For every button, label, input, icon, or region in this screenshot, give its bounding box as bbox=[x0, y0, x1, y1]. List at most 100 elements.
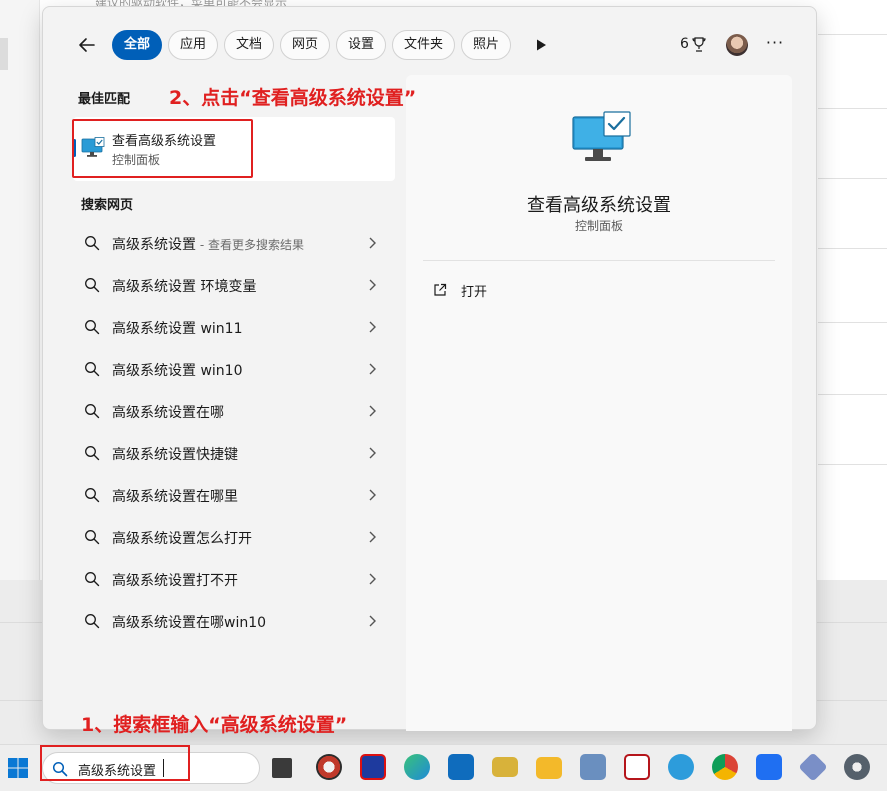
search-panel: 全部 应用 文档 网页 设置 文件夹 照片 6 ··· 最佳匹配 查看高级系统设… bbox=[42, 6, 817, 736]
text-caret bbox=[163, 759, 164, 777]
settings-app-icon[interactable] bbox=[844, 754, 870, 780]
web-search-item[interactable]: 高级系统设置在哪里 bbox=[75, 475, 389, 515]
web-search-item[interactable]: 高级系统设置怎么打开 bbox=[75, 517, 389, 557]
ggdb-app-icon[interactable] bbox=[360, 754, 386, 780]
chevron-right-icon bbox=[369, 279, 376, 291]
background-list bbox=[818, 0, 887, 580]
avatar[interactable] bbox=[726, 34, 748, 56]
outlook-app-icon[interactable] bbox=[448, 754, 474, 780]
web-search-item[interactable]: 高级系统设置 - 查看更多搜索结果 bbox=[75, 223, 389, 263]
web-search-item-label: 高级系统设置 win11 bbox=[112, 321, 243, 337]
divider bbox=[818, 178, 887, 179]
chevron-right-icon bbox=[369, 573, 376, 585]
divider bbox=[423, 260, 775, 261]
virtualbox-app-icon[interactable] bbox=[580, 754, 606, 780]
chevron-right-icon bbox=[369, 363, 376, 375]
web-search-item-hint: - 查看更多搜索结果 bbox=[196, 238, 304, 252]
web-search-item-label: 高级系统设置怎么打开 bbox=[112, 531, 252, 547]
search-icon bbox=[85, 320, 100, 335]
feishu-app-icon[interactable] bbox=[756, 754, 782, 780]
web-search-item-label: 高级系统设置在哪win10 bbox=[112, 615, 267, 631]
folder-app-icon[interactable] bbox=[536, 757, 562, 779]
web-search-item-label: 高级系统设置 bbox=[112, 237, 196, 253]
open-action-label: 打开 bbox=[461, 285, 488, 300]
web-search-item-label: 高级系统设置打不开 bbox=[112, 573, 238, 589]
search-icon bbox=[85, 446, 100, 461]
divider bbox=[818, 248, 887, 249]
divider bbox=[818, 464, 887, 465]
filter-chip-documents[interactable]: 文档 bbox=[224, 30, 275, 60]
detail-title: 查看高级系统设置 bbox=[527, 195, 671, 216]
taskbar-search-input[interactable]: 高级系统设置 bbox=[42, 752, 260, 784]
filter-chip-web[interactable]: 网页 bbox=[280, 30, 331, 60]
search-icon bbox=[85, 530, 100, 545]
chevron-right-icon bbox=[369, 615, 376, 627]
search-icon bbox=[85, 404, 100, 419]
chat-app-icon[interactable] bbox=[668, 754, 694, 780]
file-manager-app-icon[interactable] bbox=[272, 758, 292, 778]
chevron-right-icon bbox=[369, 321, 376, 333]
search-icon bbox=[52, 761, 68, 777]
vc-app-icon[interactable] bbox=[624, 754, 650, 780]
search-icon bbox=[85, 362, 100, 377]
best-match-heading: 最佳匹配 bbox=[78, 92, 131, 107]
filter-chip-apps[interactable]: 应用 bbox=[168, 30, 219, 60]
best-match-title: 查看高级系统设置 bbox=[112, 134, 217, 149]
browser-app-icon[interactable] bbox=[316, 754, 342, 780]
background-sidebar bbox=[0, 0, 40, 580]
selection-indicator bbox=[73, 139, 76, 157]
divider bbox=[818, 322, 887, 323]
chevron-right-icon bbox=[369, 405, 376, 417]
chrome-app-icon[interactable] bbox=[712, 754, 738, 780]
windows-start-icon[interactable] bbox=[7, 757, 29, 779]
web-search-item[interactable]: 高级系统设置 win11 bbox=[75, 307, 389, 347]
rewards-points: 6 bbox=[680, 36, 689, 52]
chevron-right-icon bbox=[369, 531, 376, 543]
search-icon bbox=[85, 488, 100, 503]
web-search-item[interactable]: 高级系统设置打不开 bbox=[75, 559, 389, 599]
annotation-step-2: 2、点击“查看高级系统设置” bbox=[169, 87, 417, 109]
best-match-subtitle: 控制面板 bbox=[112, 153, 161, 167]
web-search-item[interactable]: 高级系统设置在哪 bbox=[75, 391, 389, 431]
web-search-item[interactable]: 高级系统设置快捷键 bbox=[75, 433, 389, 473]
detail-subtitle: 控制面板 bbox=[574, 219, 623, 233]
filter-chip-all[interactable]: 全部 bbox=[112, 30, 163, 60]
search-input-value: 高级系统设置 bbox=[78, 764, 157, 779]
search-icon bbox=[85, 236, 100, 251]
web-search-item-label: 高级系统设置快捷键 bbox=[112, 447, 238, 463]
trophy-icon[interactable] bbox=[692, 37, 706, 53]
web-search-heading: 搜索网页 bbox=[81, 198, 134, 213]
chevron-right-icon bbox=[369, 447, 376, 459]
background-block bbox=[0, 38, 8, 70]
search-icon bbox=[85, 278, 100, 293]
best-match-result[interactable]: 查看高级系统设置 控制面板 bbox=[73, 117, 395, 181]
search-icon bbox=[85, 614, 100, 629]
web-search-item-text: 高级系统设置 - 查看更多搜索结果 bbox=[112, 234, 304, 254]
filter-chip-photos[interactable]: 照片 bbox=[461, 30, 512, 60]
web-search-item[interactable]: 高级系统设置在哪win10 bbox=[75, 601, 389, 641]
open-external-icon bbox=[434, 283, 447, 296]
chevron-right-icon bbox=[369, 237, 376, 249]
divider bbox=[818, 108, 887, 109]
tools-app-icon[interactable] bbox=[798, 752, 828, 782]
web-search-item-label: 高级系统设置在哪里 bbox=[112, 489, 238, 505]
web-search-item[interactable]: 高级系统设置 环境变量 bbox=[75, 265, 389, 305]
result-detail-pane: 查看高级系统设置 控制面板 打开 bbox=[406, 75, 792, 731]
chevron-right-icon bbox=[369, 489, 376, 501]
divider bbox=[818, 394, 887, 395]
filter-bar: 全部 应用 文档 网页 设置 文件夹 照片 6 ··· bbox=[43, 7, 816, 73]
search-icon bbox=[85, 572, 100, 587]
divider bbox=[818, 34, 887, 35]
filter-chip-settings[interactable]: 设置 bbox=[336, 30, 387, 60]
web-search-item[interactable]: 高级系统设置 win10 bbox=[75, 349, 389, 389]
back-arrow-icon[interactable] bbox=[75, 33, 99, 57]
web-search-item-label: 高级系统设置 win10 bbox=[112, 363, 243, 379]
more-options-icon[interactable]: ··· bbox=[765, 35, 785, 55]
device-app-icon[interactable] bbox=[492, 757, 518, 777]
taskbar: 高级系统设置 bbox=[0, 744, 887, 791]
annotation-step-1: 1、搜索框输入“高级系统设置” bbox=[81, 714, 348, 736]
edge-app-icon[interactable] bbox=[404, 754, 430, 780]
filter-chip-folders[interactable]: 文件夹 bbox=[392, 30, 456, 60]
play-icon[interactable] bbox=[534, 38, 548, 52]
open-action[interactable]: 打开 bbox=[423, 275, 623, 305]
